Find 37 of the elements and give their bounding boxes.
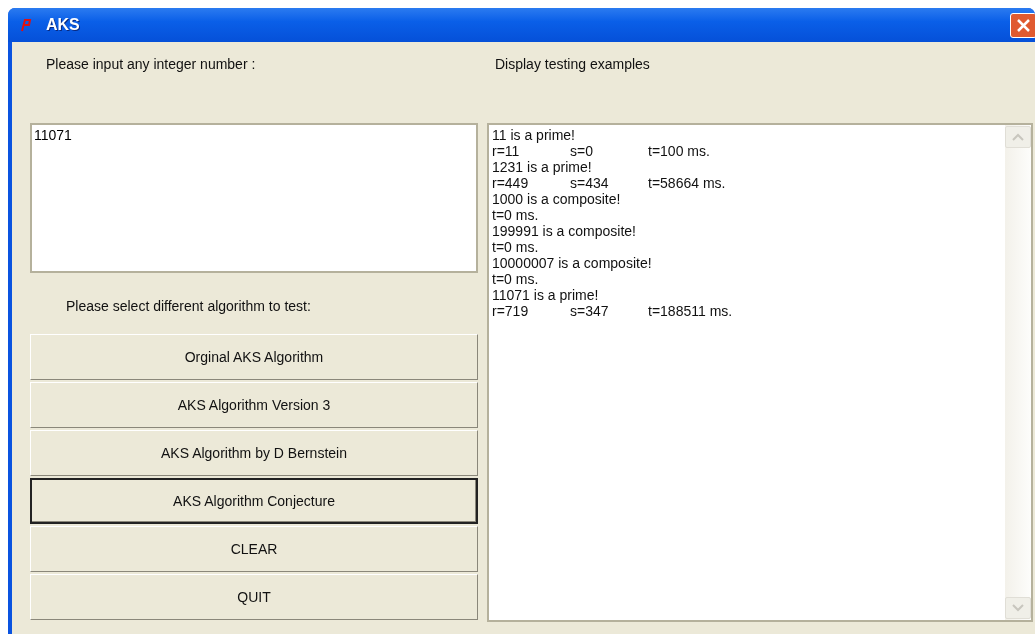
algorithm-button[interactable]: AKS Algorithm Conjecture (30, 478, 478, 524)
output-text: 11071 is a prime! (492, 287, 599, 303)
app-icon (18, 18, 32, 32)
output-text: t=0 ms. (492, 239, 540, 255)
output-text: 11 is a prime! (492, 127, 575, 143)
algorithm-button[interactable]: AKS Algorithm by D Bernstein (30, 430, 478, 476)
chevron-down-icon (1012, 604, 1024, 612)
output-text: 1000 is a composite! (492, 191, 621, 207)
output-text: s=0 (570, 143, 594, 159)
output-text: t=100 ms. (648, 143, 711, 159)
output-text: 1231 is a prime! (492, 159, 592, 175)
output-text: r=719 (492, 303, 530, 319)
scroll-down-button[interactable] (1005, 597, 1031, 619)
algorithm-button[interactable]: QUIT (30, 574, 478, 620)
output-text: t=0 ms. (492, 271, 540, 287)
output-text: t=188511 ms. (648, 303, 733, 319)
close-button[interactable] (1010, 12, 1035, 38)
chevron-up-icon (1012, 133, 1024, 141)
output-label: Display testing examples (495, 56, 651, 74)
output-text: 10000007 is a composite! (492, 255, 652, 271)
algorithm-label: Please select different algorithm to test: (66, 298, 312, 314)
scroll-up-button[interactable] (1005, 126, 1031, 148)
number-input-field[interactable]: 11071 (30, 123, 478, 273)
close-icon (1016, 17, 1031, 33)
output-text: t=0 ms. (492, 207, 540, 223)
output-text: t=58664 ms. (648, 175, 726, 191)
algorithm-button[interactable]: AKS Algorithm Version 3 (30, 382, 478, 428)
window-title: AKS (46, 16, 81, 34)
algorithm-button[interactable]: CLEAR (30, 526, 478, 572)
scrollbar[interactable] (1005, 125, 1031, 620)
input-label: Please input any integer number : (46, 56, 257, 74)
output-text: 199991 is a composite! (492, 223, 636, 239)
algorithm-button[interactable]: Orginal AKS Algorithm (30, 334, 478, 380)
output-text: s=434 (570, 175, 610, 191)
output-text: s=347 (570, 303, 610, 319)
output-text: r=449 (492, 175, 530, 191)
output-text: r=11 (492, 143, 521, 159)
